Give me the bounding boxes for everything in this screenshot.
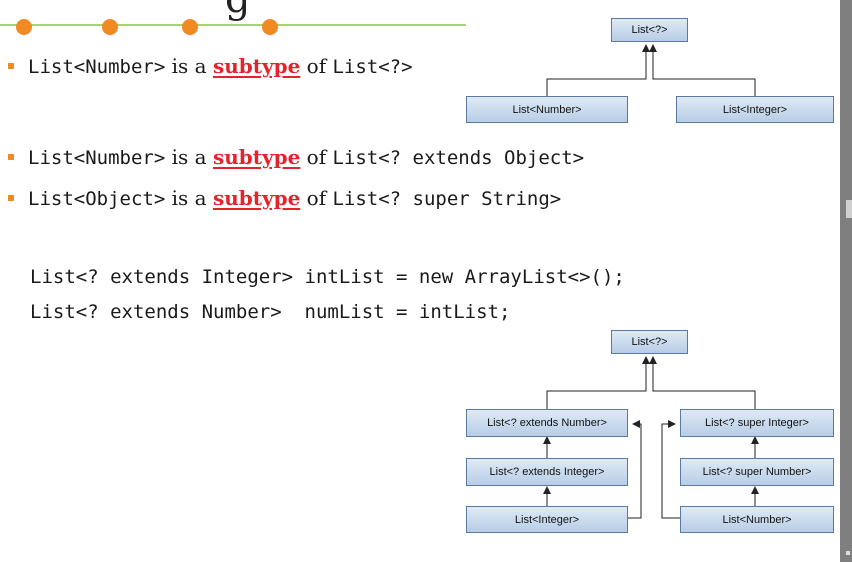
bottom-diagram-edges	[543, 356, 759, 519]
bullet-item: List<Object> is a subtype of List<? supe…	[8, 186, 561, 210]
bullet-text-of: of	[300, 54, 333, 78]
type-box: List<? super Integer>	[680, 409, 834, 437]
slide-title-fragment: g	[225, 0, 251, 22]
type-box-root: List<?>	[611, 330, 688, 354]
bullet-code-a: List<Number>	[28, 147, 166, 169]
bullet-text-of: of	[300, 186, 333, 210]
type-box: List<? extends Integer>	[466, 458, 628, 486]
bullet-item: List<Number> is a subtype of List<? exte…	[8, 145, 584, 169]
bullet-keyword: subtype	[212, 145, 301, 169]
bullet-keyword: subtype	[212, 54, 301, 78]
bullet-marker	[8, 63, 14, 69]
window-edge-tab	[846, 200, 852, 218]
code-line: List<? extends Number> numList = intList…	[30, 301, 511, 323]
top-diagram-edges	[546, 44, 756, 96]
bullet-code-b: List<?>	[332, 56, 413, 78]
type-box: List<Integer>	[676, 96, 834, 123]
bullet-marker	[8, 154, 14, 160]
header-dot	[262, 19, 278, 35]
bullet-marker	[8, 195, 14, 201]
bullet-code-b: List<? super String>	[332, 188, 562, 210]
bullet-text-is: is a	[165, 186, 213, 210]
type-box: List<? extends Number>	[466, 409, 628, 437]
window-edge-bar	[840, 0, 852, 562]
type-box: List<Number>	[680, 506, 834, 533]
header-dot	[102, 19, 118, 35]
window-edge-dot	[846, 551, 850, 555]
type-box: List<? super Number>	[680, 458, 834, 486]
bullet-text-is: is a	[165, 145, 213, 169]
bullet-text-of: of	[300, 145, 333, 169]
header-dot	[16, 19, 32, 35]
type-box-root: List<?>	[611, 18, 688, 42]
bullet-code-a: List<Number>	[28, 56, 166, 78]
bullet-item: List<Number> is a subtype of List<?>	[8, 54, 413, 78]
bullet-keyword: subtype	[212, 186, 301, 210]
code-line: List<? extends Integer> intList = new Ar…	[30, 266, 625, 288]
bullet-code-a: List<Object>	[28, 188, 166, 210]
header-dot	[182, 19, 198, 35]
bullet-code-b: List<? extends Object>	[332, 147, 585, 169]
bullet-text-is: is a	[165, 54, 213, 78]
type-box: List<Number>	[466, 96, 628, 123]
type-box: List<Integer>	[466, 506, 628, 533]
